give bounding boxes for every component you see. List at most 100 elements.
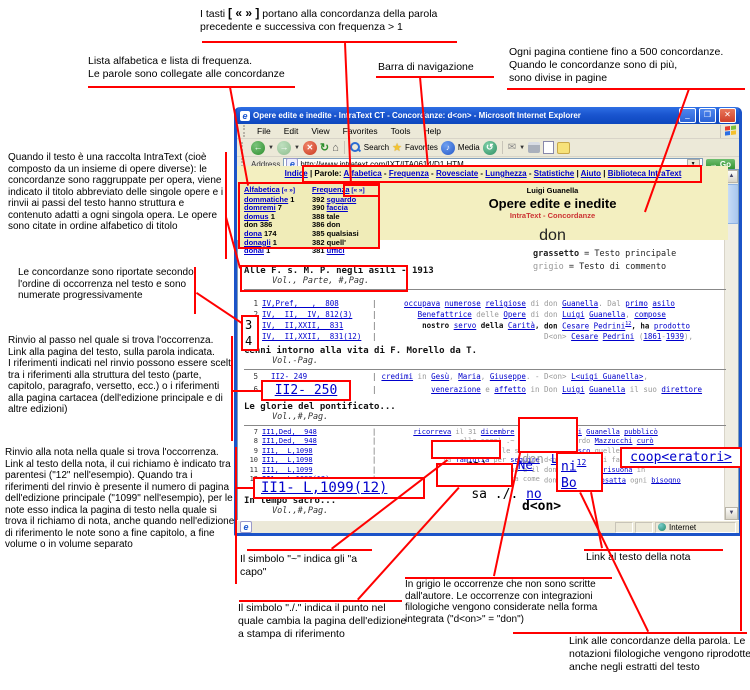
back-dropdown-icon[interactable]: ▼ (268, 145, 274, 151)
concordance-word-link[interactable]: prodotto (654, 322, 690, 331)
passage-ref-link[interactable]: II1, L,1099 (262, 466, 313, 474)
concordance-word-link[interactable]: bisogno (651, 476, 681, 484)
intratext-subtitle: IntraText - Concordanze (380, 211, 725, 220)
maximize-button[interactable]: ❐ (699, 108, 716, 123)
concordance-word-link[interactable]: ricorreva (413, 428, 451, 436)
coop-word-link[interactable]: coop<eratori> (630, 450, 732, 465)
magnified-ref-1099-link[interactable]: II1- L,1099(12) (261, 480, 387, 496)
status-pane2 (635, 522, 653, 533)
passage-ref-link[interactable]: IV,Pref, , 808 (262, 299, 339, 308)
stop-button-icon[interactable]: ✕ (303, 141, 317, 155)
back-button-icon[interactable]: ← (251, 141, 265, 155)
concordance-text: , (535, 321, 544, 330)
concordance-word-link[interactable]: Guanella (589, 385, 625, 394)
scroll-down-icon[interactable]: ▼ (725, 507, 738, 520)
concordance-word-link[interactable]: numerose (445, 299, 481, 308)
concordance-word-link[interactable]: curò (637, 437, 654, 445)
concordance-word-link[interactable]: Maria (458, 372, 481, 381)
row-number: 7 (244, 428, 258, 436)
favorites-label[interactable]: Favorites (405, 143, 438, 152)
mail-icon[interactable]: ✉ (508, 142, 516, 153)
red-connector-line (405, 577, 612, 579)
internet-globe-icon (658, 523, 666, 531)
ie-page-icon: e (240, 111, 250, 121)
concordance-word-link[interactable]: Pedrini (594, 322, 626, 331)
search-icon[interactable] (350, 142, 361, 153)
concordance-word-link[interactable]: Cesare (562, 322, 589, 331)
concordance-word-link[interactable]: compose (634, 310, 666, 319)
concordance-word-link[interactable]: religiose (485, 299, 526, 308)
concordance-word-link[interactable]: Guanella (589, 310, 625, 319)
note-number-link[interactable]: 12 (577, 458, 587, 467)
red-connector-line (740, 468, 742, 631)
passage-ref-link[interactable]: IV, II,XXII, 831(12) (262, 332, 361, 341)
menu-item-tools[interactable]: Tools (385, 126, 417, 136)
row-number: 9 (244, 447, 258, 455)
menu-item-view[interactable]: View (305, 126, 335, 136)
menu-grip[interactable] (243, 125, 248, 137)
concordance-text: il suo (625, 385, 661, 394)
concordance-word-link[interactable]: dicembre (481, 428, 515, 436)
concordance-word-link[interactable]: Mazzucchi (595, 437, 633, 445)
note-fragment-link1[interactable]: ni (561, 459, 577, 474)
close-button[interactable]: ✕ (719, 108, 736, 123)
don-gray-text: don (522, 452, 551, 466)
concordance-word-link[interactable]: Guanella (562, 299, 598, 308)
concordance-word-link[interactable]: L<uigi Guanella> (571, 372, 643, 381)
red-connector-line (88, 86, 295, 88)
concordance-word-link[interactable]: affetto (494, 385, 526, 394)
concordance-text: don (544, 322, 562, 331)
search-label[interactable]: Search (364, 143, 389, 152)
favorites-icon[interactable]: ★ (392, 141, 402, 154)
concordance-word-link[interactable]: occupava (404, 299, 440, 308)
concordance-word-link[interactable]: Carità (508, 321, 535, 330)
note-fragment-link2[interactable]: Bo (561, 476, 577, 491)
discuss-icon[interactable] (557, 142, 570, 154)
concordance-word-link[interactable]: Benefattrice (418, 310, 472, 319)
concordance-word-link[interactable]: Opere (503, 310, 526, 319)
passage-ref-link[interactable]: IV, II,XXII, 831 (262, 321, 343, 330)
concordance-word-link[interactable]: 1861 (643, 332, 661, 341)
history-icon[interactable]: ↺ (483, 141, 497, 155)
passage-ref-link[interactable]: II1, L,1098 (262, 447, 313, 455)
concordance-word-link[interactable]: credimi (381, 372, 413, 381)
concordance-word-link[interactable]: Guanella (586, 428, 620, 436)
forward-button-icon[interactable]: → (277, 141, 291, 155)
menu-item-edit[interactable]: Edit (278, 126, 305, 136)
passage-ref-link[interactable]: IV, II, IV, 812(3) (262, 310, 352, 319)
edit-icon[interactable] (543, 141, 554, 154)
media-label[interactable]: Media (458, 143, 480, 152)
passage-ref-link[interactable]: II1,Ded, 948 (262, 428, 317, 436)
concordance-word-link[interactable]: Giuseppe (490, 372, 526, 381)
concordance-word-link[interactable]: direttore (661, 385, 702, 394)
title-bar[interactable]: e Opere edite e inedite - IntraText CT -… (237, 107, 739, 124)
print-icon[interactable] (528, 142, 540, 153)
concordance-word-link[interactable]: Luigi (562, 385, 585, 394)
concordance-word-link[interactable]: venerazione (431, 385, 481, 394)
menu-item-file[interactable]: File (251, 126, 277, 136)
forward-dropdown-icon[interactable]: ▼ (294, 145, 300, 151)
home-icon[interactable]: ⌂ (332, 142, 339, 154)
annotation-gray-text: In grigio le occorrenze che non sono scr… (405, 579, 623, 625)
media-icon[interactable]: ♪ (441, 141, 455, 155)
concordance-word-link[interactable]: asilo (652, 299, 675, 308)
passage-ref-link[interactable]: II1,Ded, 948 (262, 437, 317, 445)
refresh-icon[interactable]: ↻ (320, 141, 329, 154)
mail-dropdown-icon[interactable]: ▼ (519, 145, 525, 151)
annotation-pages-line3: sono divise in pagine (509, 72, 750, 85)
concordance-word-link[interactable]: Pedrini (603, 332, 635, 341)
concordance-word-link[interactable]: pubblicò (624, 428, 658, 436)
concordance-word-link[interactable]: Gesù (431, 372, 449, 381)
magnified-ref-250-link[interactable]: II2- 250 (275, 383, 338, 398)
menu-item-favorites[interactable]: Favorites (337, 126, 384, 136)
concordance-word-link[interactable]: servo (454, 321, 477, 330)
pagebreak-fragment-link[interactable]: no (526, 487, 542, 502)
concordance-word-link[interactable]: primo (625, 299, 648, 308)
concordance-word-link[interactable]: 1939 (666, 332, 684, 341)
concordance-text: il 31 (451, 428, 481, 436)
concordance-word-link[interactable]: Luigi (562, 310, 585, 319)
concordance-text: ( (634, 332, 643, 341)
concordance-word-link[interactable]: Cesare (571, 332, 598, 341)
menu-item-help[interactable]: Help (417, 126, 446, 136)
passage-ref-link[interactable]: II1, L,1098 (262, 456, 313, 464)
